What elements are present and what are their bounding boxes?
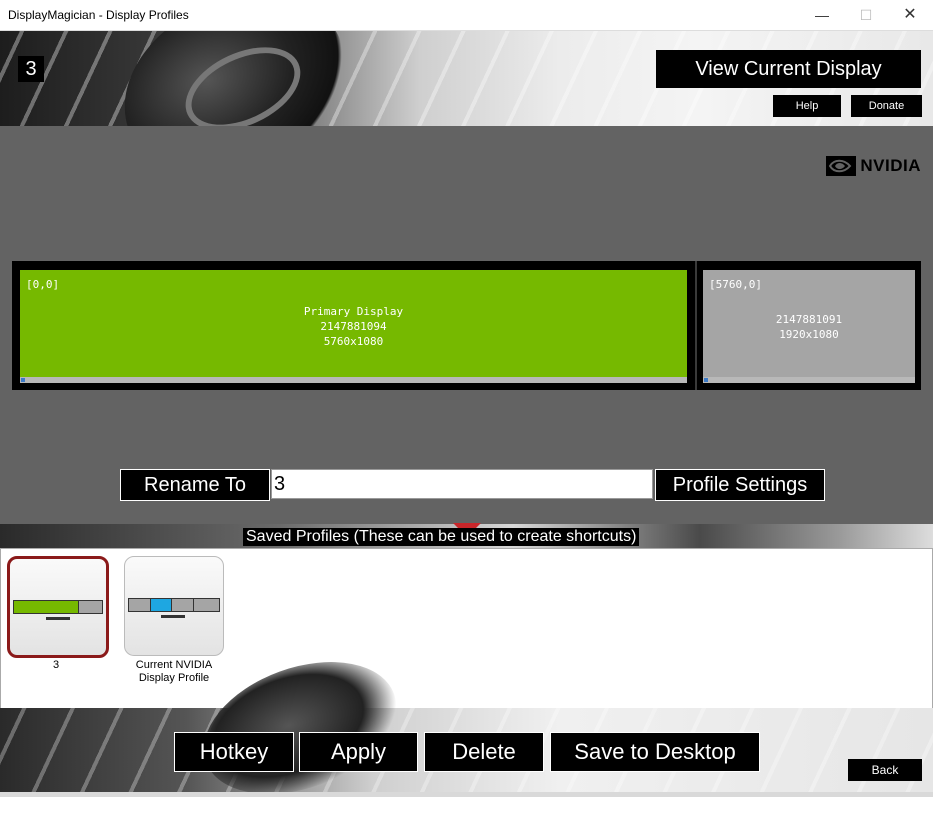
profile-name-label: 3 — [18, 56, 44, 82]
nvidia-eye-icon — [826, 156, 857, 176]
donate-button[interactable]: Donate — [851, 95, 922, 117]
taskbar-icon — [46, 617, 70, 620]
profile-tile-3[interactable] — [7, 556, 109, 658]
display-secondary[interactable]: [5760,0] 2147881091 1920x1080 — [703, 270, 915, 383]
profile-name-input[interactable]: 3 — [271, 469, 653, 499]
minimize-button[interactable]: — — [799, 0, 845, 30]
back-button[interactable]: Back — [848, 759, 922, 781]
display-resolution: 1920x1080 — [779, 328, 839, 341]
nvidia-logo-text: NVIDIA — [860, 156, 921, 175]
close-button[interactable]: ✕ — [887, 0, 933, 30]
display-coord: [5760,0] — [709, 278, 762, 291]
footer-bar: Hotkey Apply Delete Save to Desktop Back — [0, 637, 933, 819]
display-primary[interactable]: [0,0] Primary Display 2147881094 5760x10… — [20, 270, 687, 383]
nvidia-logo: NVIDIA — [826, 156, 921, 176]
maximize-button[interactable]: ☐ — [843, 0, 889, 30]
display-coord: [0,0] — [26, 278, 60, 291]
display-strip — [20, 377, 687, 383]
taskbar-icon — [161, 615, 185, 618]
title-bar: DisplayMagician - Display Profiles — ☐ ✕ — [0, 0, 933, 31]
display-layout: [0,0] Primary Display 2147881094 5760x10… — [12, 261, 921, 390]
display-strip — [703, 377, 915, 383]
banner-car-image — [94, 31, 376, 126]
profile-settings-button[interactable]: Profile Settings — [655, 469, 825, 501]
profile-tile-label: 3 — [52, 659, 60, 671]
display-id: 2147881091 — [775, 313, 843, 326]
save-to-desktop-button[interactable]: Save to Desktop — [550, 732, 760, 772]
rename-to-button[interactable]: Rename To — [120, 469, 270, 501]
header-banner: 3 View Current Display Help Donate — [0, 31, 933, 126]
profile-tile-current-nvidia[interactable] — [124, 556, 224, 656]
window-bottom-edge — [0, 792, 933, 797]
view-current-display-button[interactable]: View Current Display — [656, 50, 921, 88]
profile-layout-icon — [128, 598, 220, 612]
profile-tile-label: Current NVIDIA Display Profile — [119, 659, 229, 685]
help-button[interactable]: Help — [773, 95, 841, 117]
window-title: DisplayMagician - Display Profiles — [8, 8, 189, 22]
delete-button[interactable]: Delete — [424, 732, 544, 772]
display-resolution: 5760x1080 — [323, 335, 384, 348]
profile-layout-icon — [13, 600, 103, 614]
display-role: Primary Display — [303, 305, 404, 318]
display-id: 2147881094 — [320, 320, 387, 333]
display-separator — [695, 261, 697, 390]
profile-tile-label-line1: Current NVIDIA — [135, 659, 213, 671]
hotkey-button[interactable]: Hotkey — [174, 732, 294, 772]
profile-tile-label-line2: Display Profile — [138, 672, 210, 684]
apply-button[interactable]: Apply — [299, 732, 418, 772]
saved-profiles-title: Saved Profiles (These can be used to cre… — [243, 528, 640, 546]
saved-profiles-list: 3 Current NVIDIA Display Profile — [0, 548, 933, 710]
saved-profiles-header: Saved Profiles (These can be used to cre… — [0, 523, 933, 548]
display-preview-area: NVIDIA [0,0] Primary Display 2147881094 … — [0, 126, 933, 524]
